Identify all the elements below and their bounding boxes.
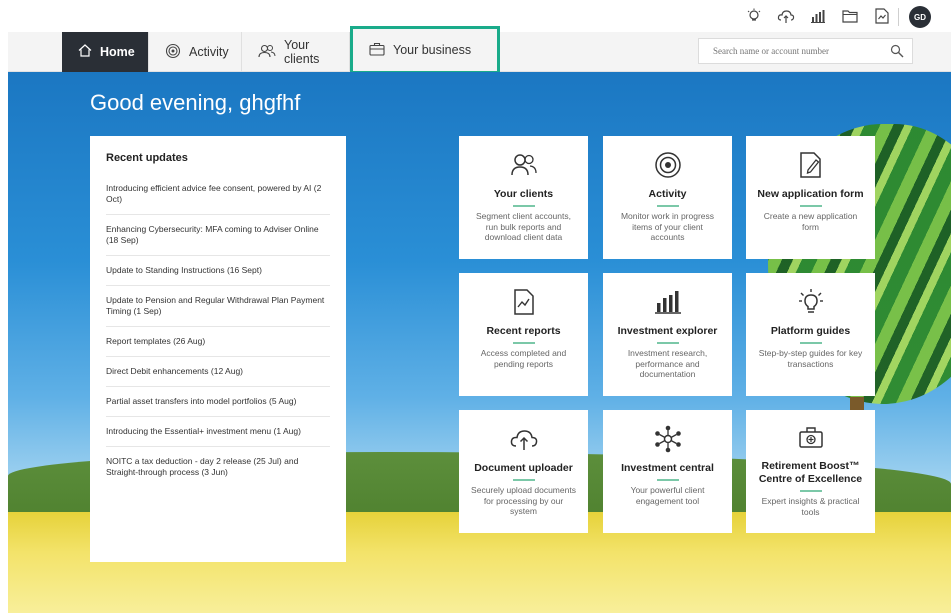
tile-description: Segment client accounts, run bulk report… xyxy=(476,211,571,242)
retirement-icon xyxy=(797,422,825,452)
clients-icon xyxy=(258,44,276,61)
bar-chart-icon xyxy=(654,287,682,317)
tab-your-business-label: Your business xyxy=(393,43,472,57)
tab-your-clients[interactable]: Your clients xyxy=(242,32,350,72)
report-icon xyxy=(513,287,535,317)
tab-home-label: Home xyxy=(100,45,135,59)
update-item[interactable]: Direct Debit enhancements (12 Aug) xyxy=(106,357,330,387)
update-item[interactable]: Enhancing Cybersecurity: MFA coming to A… xyxy=(106,215,330,256)
lightbulb-icon xyxy=(797,287,825,317)
tile-description: Step-by-step guides for key transactions xyxy=(758,348,863,369)
tab-home[interactable]: Home xyxy=(62,32,149,72)
tab-your-clients-label: Your clients xyxy=(284,38,320,66)
tile-accent-bar xyxy=(512,479,535,481)
tile-title: New application form xyxy=(757,188,864,200)
avatar[interactable]: GD xyxy=(909,6,931,28)
update-item[interactable]: Introducing the Essential+ investment me… xyxy=(106,417,330,447)
tile-description: Investment research, performance and doc… xyxy=(627,348,708,379)
update-item[interactable]: Partial asset transfers into model portf… xyxy=(106,387,330,417)
report-icon[interactable] xyxy=(873,7,891,25)
tile-new-application-form[interactable]: New application form Create a new applic… xyxy=(746,136,875,259)
tile-accent-bar xyxy=(799,205,822,207)
tile-accent-bar xyxy=(799,490,822,492)
tile-investment-explorer[interactable]: Investment explorer Investment research,… xyxy=(603,273,732,396)
search-input[interactable] xyxy=(699,39,882,63)
application-form-icon xyxy=(799,150,823,180)
update-item[interactable]: NOITC a tax deduction - day 2 release (2… xyxy=(106,447,330,487)
tile-description: Access completed and pending reports xyxy=(480,348,567,369)
main-nav: Home Activity Your clients Your business xyxy=(8,26,951,74)
utility-separator xyxy=(898,8,899,26)
tile-description: Your powerful client engagement tool xyxy=(630,485,705,506)
tile-investment-central[interactable]: Investment central Your powerful client … xyxy=(603,410,732,533)
tile-accent-bar xyxy=(512,205,535,207)
recent-updates-panel: Recent updates Introducing efficient adv… xyxy=(90,136,346,562)
recent-updates-title: Recent updates xyxy=(106,152,188,164)
home-icon xyxy=(78,44,92,60)
update-item[interactable]: Update to Pension and Regular Withdrawal… xyxy=(106,286,330,327)
tile-document-uploader[interactable]: Document uploader Securely upload docume… xyxy=(459,410,588,533)
tile-retirement-boost[interactable]: Retirement Boost™ Centre of Excellence E… xyxy=(746,410,875,533)
tile-accent-bar xyxy=(656,342,679,344)
search-box xyxy=(698,38,913,64)
tile-title: Document uploader xyxy=(474,462,573,474)
activity-icon xyxy=(654,150,682,180)
tile-accent-bar xyxy=(656,205,679,207)
tile-description: Create a new application form xyxy=(763,211,858,232)
tile-title: Investment explorer xyxy=(617,325,718,337)
tile-your-clients[interactable]: Your clients Segment client accounts, ru… xyxy=(459,136,588,259)
tile-accent-bar xyxy=(799,342,822,344)
tile-accent-bar xyxy=(512,342,535,344)
briefcase-icon xyxy=(369,42,385,59)
tile-title: Recent reports xyxy=(486,325,561,337)
utility-icons xyxy=(745,7,891,25)
tile-recent-reports[interactable]: Recent reports Access completed and pend… xyxy=(459,273,588,396)
tile-title: Retirement Boost™ Centre of Excellence xyxy=(758,460,863,485)
tab-activity-label: Activity xyxy=(189,45,229,59)
activity-icon xyxy=(165,43,181,62)
cloud-upload-icon xyxy=(509,424,539,454)
tile-title: Your clients xyxy=(493,188,554,200)
bar-chart-icon[interactable] xyxy=(809,7,827,25)
update-item[interactable]: Update to Standing Instructions (16 Sept… xyxy=(106,256,330,286)
folder-icon[interactable] xyxy=(841,7,859,25)
tile-title: Activity xyxy=(648,188,687,200)
search-icon[interactable] xyxy=(882,44,912,58)
tile-activity[interactable]: Activity Monitor work in progress items … xyxy=(603,136,732,259)
tab-your-business[interactable]: Your business xyxy=(350,26,500,74)
clients-icon xyxy=(510,150,538,180)
tile-description: Securely upload documents for processing… xyxy=(471,485,576,516)
balloon-basket-image xyxy=(850,397,864,411)
tile-title: Platform guides xyxy=(770,325,851,337)
greeting: Good evening, ghgfhf xyxy=(90,90,301,115)
tile-accent-bar xyxy=(656,479,679,481)
lightbulb-icon[interactable] xyxy=(745,7,763,25)
update-item[interactable]: Report templates (26 Aug) xyxy=(106,327,330,357)
cloud-upload-icon[interactable] xyxy=(777,7,795,25)
tile-platform-guides[interactable]: Platform guides Step-by-step guides for … xyxy=(746,273,875,396)
tile-title: Investment central xyxy=(621,462,714,474)
tab-activity[interactable]: Activity xyxy=(149,32,242,72)
tile-description: Expert insights & practical tools xyxy=(761,496,860,517)
tile-description: Monitor work in progress items of your c… xyxy=(620,211,715,242)
network-icon xyxy=(654,424,682,454)
update-item[interactable]: Introducing efficient advice fee consent… xyxy=(106,174,330,215)
